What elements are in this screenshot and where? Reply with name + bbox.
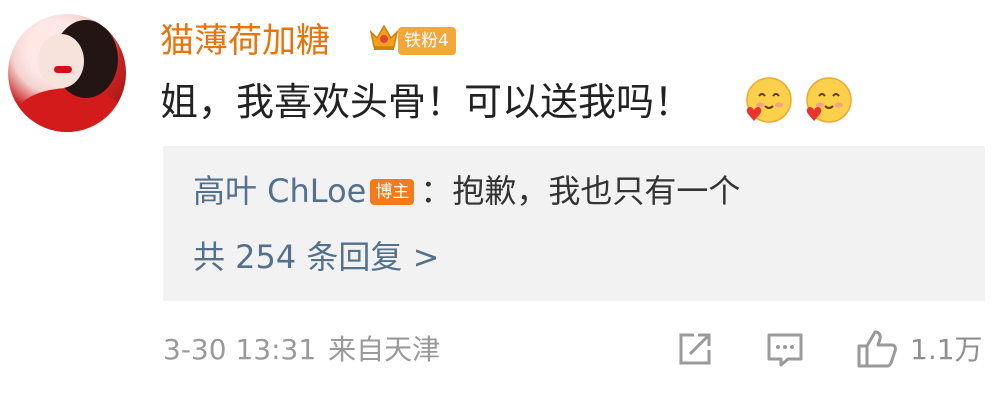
timestamp: 3-30 13:31	[163, 333, 317, 366]
comment-meta: 3-30 13:31 来自天津	[163, 328, 440, 372]
reply-line: 高叶 ChLoe 博主 ：抱歉，我也只有一个	[193, 168, 740, 214]
username[interactable]: 猫薄荷加糖	[160, 18, 330, 64]
thumbs-up-icon[interactable]	[854, 326, 900, 372]
more-replies-link[interactable]: 共 254 条回复 >	[193, 234, 439, 280]
crown-icon	[369, 24, 399, 50]
avatar[interactable]	[8, 14, 126, 132]
like-count: 1.1万	[910, 333, 983, 366]
author-badge: 博主	[370, 179, 415, 205]
share-icon[interactable]	[672, 326, 718, 372]
avatar-dress	[14, 88, 126, 132]
reply-text: 抱歉，我也只有一个	[452, 172, 741, 210]
reply-author[interactable]: 高叶 ChLoe	[193, 172, 366, 210]
comment-icon[interactable]	[762, 326, 808, 372]
reply-separator: ：	[420, 172, 453, 210]
avatar-face	[38, 34, 84, 88]
avatar-lips	[54, 66, 72, 73]
comment-text: 姐，我喜欢头骨！可以送我吗！	[160, 80, 693, 124]
smiling-love-heart-emoji	[806, 77, 852, 123]
reply-preview[interactable]: 高叶 ChLoe 博主 ：抱歉，我也只有一个 共 254 条回复 >	[163, 146, 985, 301]
source-location: 来自天津	[328, 333, 441, 366]
smiling-love-heart-emoji	[746, 77, 792, 123]
fan-badge: 铁粉4	[398, 27, 456, 55]
